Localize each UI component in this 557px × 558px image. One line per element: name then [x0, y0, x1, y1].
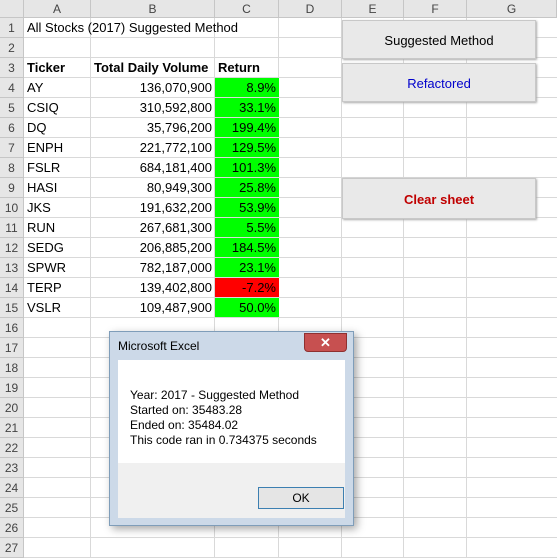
row-header[interactable]: 18: [0, 358, 24, 378]
row-header[interactable]: 13: [0, 258, 24, 278]
row-header[interactable]: 21: [0, 418, 24, 438]
ticker-cell[interactable]: TERP: [24, 278, 91, 297]
row-header[interactable]: 14: [0, 278, 24, 298]
row-header[interactable]: 3: [0, 58, 24, 78]
return-cell[interactable]: 5.5%: [215, 218, 279, 237]
row-header[interactable]: 16: [0, 318, 24, 338]
clear-sheet-button[interactable]: Clear sheet: [342, 178, 536, 219]
row-header[interactable]: 9: [0, 178, 24, 198]
volume-cell[interactable]: 782,187,000: [91, 258, 215, 277]
ticker-cell[interactable]: RUN: [24, 218, 91, 237]
row-header[interactable]: 2: [0, 38, 24, 58]
volume-cell[interactable]: 139,402,800: [91, 278, 215, 297]
ticker-cell[interactable]: AY: [24, 78, 91, 97]
volume-cell[interactable]: 35,796,200: [91, 118, 215, 137]
dialog-title: Microsoft Excel: [118, 339, 200, 353]
ticker-cell[interactable]: ENPH: [24, 138, 91, 157]
sheet-title-cell[interactable]: All Stocks (2017) Suggested Method: [24, 18, 274, 37]
ok-button[interactable]: OK: [258, 487, 344, 509]
close-icon[interactable]: ✕: [304, 333, 347, 352]
column-header[interactable]: B: [91, 0, 215, 18]
row-header[interactable]: 23: [0, 458, 24, 478]
row-header[interactable]: 12: [0, 238, 24, 258]
return-cell[interactable]: 129.5%: [215, 138, 279, 157]
row-header[interactable]: 25: [0, 498, 24, 518]
volume-cell[interactable]: 206,885,200: [91, 238, 215, 257]
ticker-cell[interactable]: HASI: [24, 178, 91, 197]
table-header-cell[interactable]: Return: [215, 58, 279, 77]
ticker-cell[interactable]: SEDG: [24, 238, 91, 257]
return-cell[interactable]: 50.0%: [215, 298, 279, 317]
row-header[interactable]: 24: [0, 478, 24, 498]
row-header[interactable]: 8: [0, 158, 24, 178]
row-header[interactable]: 27: [0, 538, 24, 558]
row-header[interactable]: 19: [0, 378, 24, 398]
ticker-cell[interactable]: FSLR: [24, 158, 91, 177]
row-header[interactable]: 11: [0, 218, 24, 238]
return-cell[interactable]: 23.1%: [215, 258, 279, 277]
volume-cell[interactable]: 267,681,300: [91, 218, 215, 237]
ticker-cell[interactable]: SPWR: [24, 258, 91, 277]
return-cell[interactable]: 53.9%: [215, 198, 279, 217]
column-header[interactable]: E: [342, 0, 404, 18]
row-header[interactable]: 17: [0, 338, 24, 358]
volume-cell[interactable]: 191,632,200: [91, 198, 215, 217]
refactored-button[interactable]: Refactored: [342, 63, 536, 102]
return-cell[interactable]: 199.4%: [215, 118, 279, 137]
volume-cell[interactable]: 221,772,100: [91, 138, 215, 157]
volume-cell[interactable]: 136,070,900: [91, 78, 215, 97]
ticker-cell[interactable]: VSLR: [24, 298, 91, 317]
dialog-message-line: This code ran in 0.734375 seconds: [130, 433, 317, 447]
ticker-cell[interactable]: JKS: [24, 198, 91, 217]
return-cell[interactable]: 33.1%: [215, 98, 279, 117]
column-header[interactable]: A: [24, 0, 91, 18]
table-header-cell[interactable]: Ticker: [24, 58, 91, 77]
ticker-cell[interactable]: CSIQ: [24, 98, 91, 117]
table-header-cell[interactable]: Total Daily Volume: [91, 58, 215, 77]
dialog-message-line: Ended on: 35484.02: [130, 418, 239, 432]
volume-cell[interactable]: 684,181,400: [91, 158, 215, 177]
row-header[interactable]: 7: [0, 138, 24, 158]
return-cell[interactable]: -7.2%: [215, 278, 279, 297]
suggested-method-button[interactable]: Suggested Method: [342, 20, 536, 59]
volume-cell[interactable]: 80,949,300: [91, 178, 215, 197]
row-header[interactable]: 20: [0, 398, 24, 418]
row-header[interactable]: 15: [0, 298, 24, 318]
column-header[interactable]: D: [279, 0, 342, 18]
column-header[interactable]: G: [467, 0, 557, 18]
return-cell[interactable]: 184.5%: [215, 238, 279, 257]
row-header[interactable]: 26: [0, 518, 24, 538]
column-header[interactable]: F: [404, 0, 467, 18]
dialog-message-line: Year: 2017 - Suggested Method: [130, 388, 300, 402]
column-header[interactable]: C: [215, 0, 279, 18]
row-header[interactable]: 22: [0, 438, 24, 458]
select-all-corner[interactable]: [0, 0, 24, 18]
dialog-message: Year: 2017 - Suggested Method Started on…: [118, 360, 345, 463]
row-header[interactable]: 1: [0, 18, 24, 38]
row-header[interactable]: 6: [0, 118, 24, 138]
row-header[interactable]: 4: [0, 78, 24, 98]
return-cell[interactable]: 25.8%: [215, 178, 279, 197]
return-cell[interactable]: 8.9%: [215, 78, 279, 97]
row-header[interactable]: 10: [0, 198, 24, 218]
volume-cell[interactable]: 109,487,900: [91, 298, 215, 317]
return-cell[interactable]: 101.3%: [215, 158, 279, 177]
dialog-footer: OK: [118, 463, 345, 518]
dialog-message-line: Started on: 35483.28: [130, 403, 243, 417]
volume-cell[interactable]: 310,592,800: [91, 98, 215, 117]
message-box-dialog: Microsoft Excel ✕ Year: 2017 - Suggested…: [109, 331, 354, 526]
row-header[interactable]: 5: [0, 98, 24, 118]
ticker-cell[interactable]: DQ: [24, 118, 91, 137]
